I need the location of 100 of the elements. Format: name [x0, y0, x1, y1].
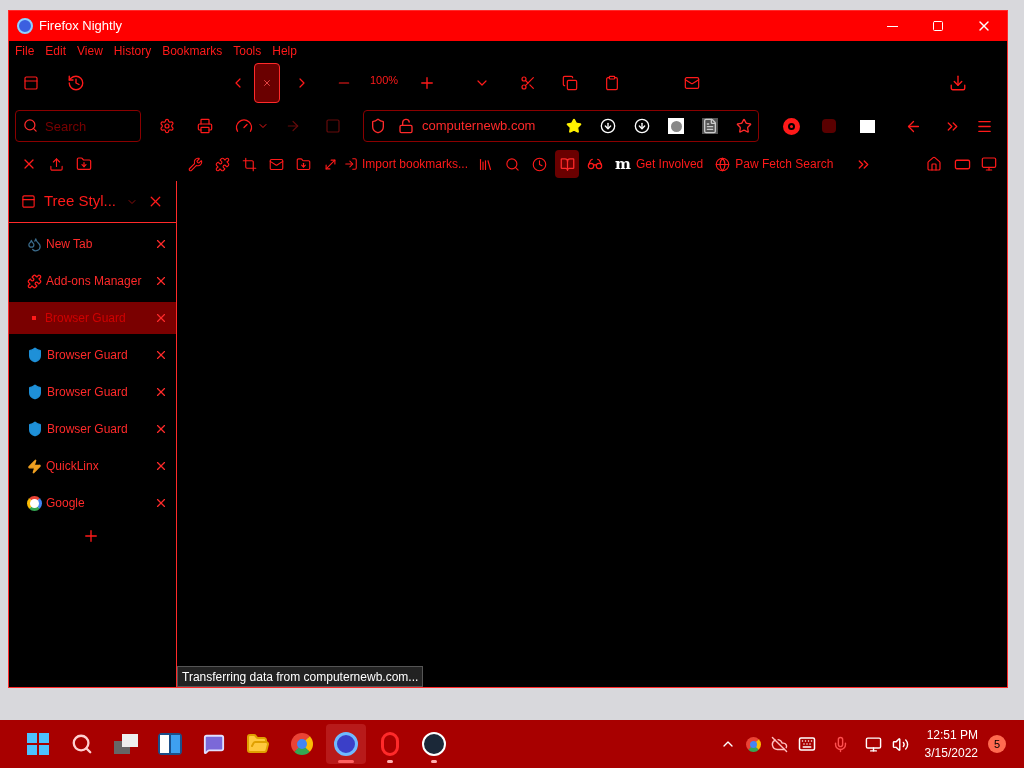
clock-icon[interactable]	[532, 156, 548, 172]
bookmark-item[interactable]: Import bookmarks...	[344, 155, 469, 173]
minimize-icon	[886, 25, 898, 27]
sidebar-title[interactable]: Tree Styl...	[44, 190, 116, 213]
globe-icon	[715, 156, 731, 172]
firefox-logo-icon	[17, 18, 33, 34]
sidebar-toggle[interactable]	[555, 150, 580, 178]
puzzle-icon[interactable]	[215, 156, 230, 172]
clock-date[interactable]: 3/15/2022	[924, 744, 978, 762]
cut-icon[interactable]	[520, 75, 537, 91]
folder-icon	[246, 732, 270, 756]
menu-item[interactable]: File	[15, 42, 35, 60]
droplets-icon	[27, 236, 42, 252]
import-icon	[344, 157, 358, 171]
extension-badge-icon[interactable]	[783, 117, 800, 135]
chat-icon	[203, 733, 225, 755]
screen-icon[interactable]	[981, 156, 997, 172]
copy-icon[interactable]	[562, 75, 579, 91]
tab-item[interactable]: Browser Guard	[9, 376, 176, 408]
resize-icon[interactable]	[323, 156, 338, 172]
mail-icon[interactable]	[269, 156, 284, 172]
menu-item[interactable]: Tools	[233, 42, 262, 60]
bookmark-item[interactable]: m Get Involved	[615, 152, 704, 176]
opera-icon	[381, 732, 399, 756]
close-tab-button[interactable]	[254, 63, 280, 103]
document-icon[interactable]	[702, 118, 718, 134]
shield-icon[interactable]	[370, 118, 386, 134]
tab-item[interactable]: Browser Guard	[9, 339, 176, 371]
search-field[interactable]: Search	[15, 110, 141, 142]
bookmark-item[interactable]: Paw Fetch Search	[715, 155, 834, 173]
menu-item[interactable]: History	[113, 42, 152, 60]
home-icon[interactable]	[926, 156, 942, 172]
new-tab-icon[interactable]	[82, 527, 100, 545]
menu-item[interactable]: View	[77, 42, 103, 60]
shield-icon	[27, 347, 43, 363]
download-icon[interactable]	[949, 74, 967, 92]
download-circle-icon[interactable]	[600, 118, 616, 134]
lightning-icon	[27, 458, 42, 474]
notification-count[interactable]: 5	[988, 735, 1006, 753]
settings-icon[interactable]	[159, 118, 175, 134]
extension-icon[interactable]	[860, 119, 875, 133]
volume-icon[interactable]	[891, 735, 909, 753]
printer-icon[interactable]	[197, 118, 213, 134]
star-outline-icon[interactable]	[736, 118, 752, 134]
close-tab-icon[interactable]	[154, 237, 168, 251]
cloud-off-icon[interactable]	[770, 735, 788, 753]
sidebar-icon	[21, 194, 36, 209]
shield-icon	[27, 384, 43, 400]
search-icon[interactable]	[505, 156, 521, 172]
chrome-icon	[291, 733, 313, 755]
tab-item[interactable]: New Tab	[9, 228, 176, 260]
close-tab-icon[interactable]	[154, 496, 168, 510]
firefox-icon	[334, 732, 358, 756]
glasses-icon[interactable]	[587, 156, 604, 172]
favicon-letter-icon: m	[615, 152, 631, 176]
library-icon[interactable]	[478, 156, 494, 172]
task-view-icon	[114, 734, 138, 754]
steam-icon	[422, 732, 446, 756]
search-icon	[71, 733, 93, 755]
star-icon[interactable]	[566, 118, 582, 134]
folder-icon[interactable]	[296, 156, 311, 172]
gauge-icon[interactable]	[235, 117, 253, 135]
folder-icon[interactable]	[76, 156, 92, 172]
close-tab-icon[interactable]	[154, 311, 168, 325]
network-icon[interactable]	[864, 735, 882, 753]
google-logo-icon	[27, 495, 42, 511]
close-tab-icon[interactable]	[154, 459, 168, 473]
window-title: Firefox Nightly	[39, 17, 123, 36]
menu-item[interactable]: Help	[272, 42, 297, 60]
screenshot-icon[interactable]	[242, 156, 257, 172]
puzzle-icon	[27, 273, 42, 289]
window-icon[interactable]	[23, 75, 39, 91]
close-tab-icon[interactable]	[154, 348, 168, 362]
close-tab-icon[interactable]	[154, 385, 168, 399]
search-icon	[23, 118, 38, 133]
tab-item[interactable]: Add-ons Manager	[9, 265, 176, 297]
menu-item[interactable]: Edit	[45, 42, 67, 60]
close-tab-icon[interactable]	[154, 274, 168, 288]
paste-icon[interactable]	[604, 75, 621, 91]
wrench-icon[interactable]	[188, 156, 203, 172]
tab-item[interactable]: Google	[9, 487, 176, 519]
keyboard-icon[interactable]	[797, 735, 816, 753]
zoom-reading[interactable]: 100%	[370, 71, 399, 89]
tab-item[interactable]: Browser Guard	[9, 413, 176, 445]
url-text[interactable]: computernewb.com	[422, 116, 536, 136]
menu-item[interactable]: Bookmarks	[162, 42, 223, 60]
widgets-icon	[158, 733, 182, 755]
clock-time[interactable]: 12:51 PM	[926, 726, 978, 744]
history-icon[interactable]	[67, 74, 85, 92]
close-tab-icon[interactable]	[154, 422, 168, 436]
shield-icon	[27, 421, 43, 437]
close-icon	[262, 78, 272, 88]
status-bar: Transferring data from computernewb.com...	[177, 666, 424, 687]
address-bar[interactable]: computernewb.com	[363, 110, 759, 142]
book-icon	[559, 156, 575, 172]
tab-item[interactable]: QuickLinx	[9, 450, 176, 482]
unlocked-icon[interactable]	[398, 118, 414, 134]
chrome-icon[interactable]	[745, 736, 761, 752]
upload-icon[interactable]	[49, 156, 64, 172]
download-circle-icon[interactable]	[634, 118, 650, 134]
